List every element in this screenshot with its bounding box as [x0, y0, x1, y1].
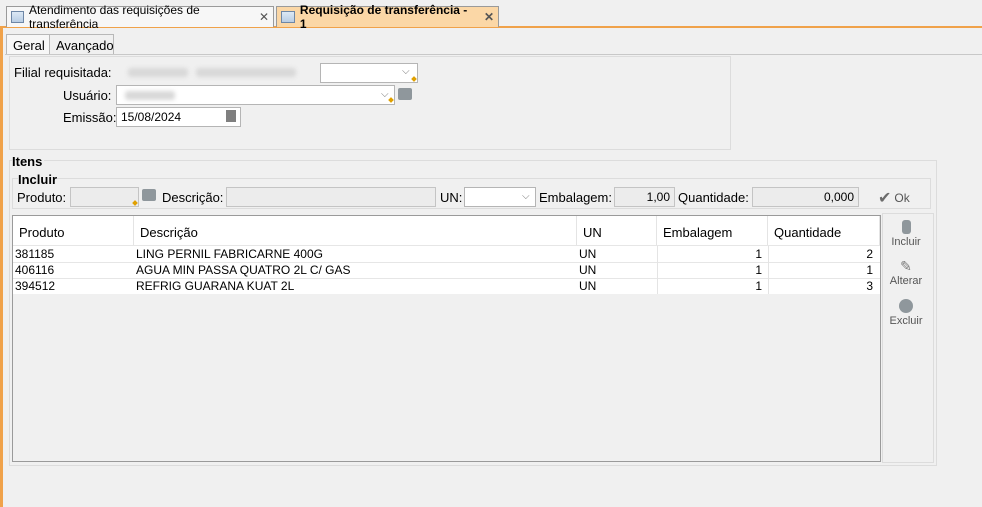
cell-produto: 394512	[15, 279, 56, 293]
ok-button[interactable]: ✔ Ok	[878, 188, 910, 208]
incluir-title: Incluir	[18, 172, 58, 187]
cell-embalagem: 1	[755, 247, 762, 261]
divider	[5, 54, 982, 55]
descricao-input[interactable]	[226, 187, 436, 207]
add-item-icon	[901, 220, 911, 234]
descricao-label: Descrição:	[162, 190, 224, 205]
filial-field[interactable]: ⌵	[116, 63, 418, 83]
cell-embalagem: 1	[755, 263, 762, 277]
embalagem-label: Embalagem:	[539, 190, 612, 205]
table-empty-area	[13, 294, 880, 461]
cell-produto: 381185	[15, 247, 55, 261]
quantidade-value: 0,000	[823, 190, 854, 204]
cell-un: UN	[579, 263, 597, 277]
cell-quantidade: 1	[866, 263, 873, 277]
usuario-label: Usuário:	[63, 88, 112, 103]
redacted-value	[196, 68, 296, 77]
tab-avancado[interactable]: Avançado	[49, 34, 114, 55]
cell-quantidade: 2	[866, 247, 873, 261]
cell-embalagem: 1	[755, 279, 762, 293]
emissao-value: 15/08/2024	[121, 110, 182, 124]
cell-descricao: LING PERNIL FABRICARNE 400G	[136, 247, 323, 261]
pencil-icon: ✎	[900, 258, 912, 274]
quantidade-input[interactable]: 0,000	[752, 187, 859, 207]
quantidade-label: Quantidade:	[678, 190, 749, 205]
delete-icon	[899, 299, 913, 313]
tab-atendimento[interactable]: Atendimento das requisições de transferê…	[6, 3, 274, 31]
tab-label: Atendimento das requisições de transferê…	[28, 3, 200, 31]
excluir-button[interactable]: Excluir	[885, 299, 927, 327]
emissao-date-field[interactable]: 15/08/2024	[116, 107, 241, 127]
redacted-value	[125, 91, 175, 100]
cell-descricao: AGUA MIN PASSA QUATRO 2L C/ GAS	[136, 263, 351, 277]
itens-title: Itens	[12, 154, 45, 169]
embalagem-value: 1,00	[646, 190, 670, 204]
un-label: UN:	[440, 190, 463, 205]
column-header-descricao[interactable]: Descrição	[134, 216, 577, 246]
tab-geral[interactable]: Geral	[6, 34, 50, 55]
produto-input[interactable]	[70, 187, 139, 207]
embalagem-input[interactable]: 1,00	[614, 187, 675, 207]
incluir-label: Incluir	[891, 236, 921, 248]
tab-label: Requisição de transferência - 1	[299, 3, 468, 31]
calendar-icon[interactable]	[226, 110, 236, 122]
cell-un: UN	[579, 279, 597, 293]
column-header-un[interactable]: UN	[577, 216, 657, 246]
filial-label: Filial requisitada:	[14, 65, 112, 80]
alterar-label: Alterar	[889, 275, 923, 287]
column-header-embalagem[interactable]: Embalagem	[657, 216, 768, 246]
tab-requisicao[interactable]: Requisição de transferência - 1 ✕	[276, 3, 499, 31]
emissao-label: Emissão:	[63, 110, 117, 125]
produto-label: Produto:	[17, 190, 67, 205]
table-row[interactable]: 406116 AGUA MIN PASSA QUATRO 2L C/ GAS U…	[13, 262, 880, 278]
usuario-select[interactable]	[116, 85, 395, 105]
column-separator	[657, 246, 658, 294]
ok-label: Ok	[894, 191, 910, 205]
redacted-value	[128, 68, 188, 77]
search-user-icon[interactable]	[398, 88, 412, 100]
accent-bar	[0, 28, 3, 507]
column-header-quantidade[interactable]: Quantidade	[768, 216, 880, 246]
column-header-produto[interactable]: Produto	[13, 216, 134, 246]
close-icon[interactable]: ✕	[259, 10, 269, 24]
table-row[interactable]: 381185 LING PERNIL FABRICARNE 400G UN 1 …	[13, 246, 880, 262]
chevron-down-icon[interactable]: ⌵	[402, 67, 412, 77]
cell-produto: 406116	[15, 263, 55, 277]
cell-descricao: REFRIG GUARANA KUAT 2L	[136, 279, 295, 293]
close-icon[interactable]: ✕	[484, 10, 494, 24]
alterar-button[interactable]: ✎ Alterar	[885, 259, 927, 287]
cell-quantidade: 3	[866, 279, 873, 293]
items-table[interactable]: Produto Descrição UN Embalagem Quantidad…	[12, 215, 881, 462]
chevron-down-icon[interactable]: ⌵	[522, 192, 532, 202]
window-icon	[11, 11, 24, 23]
window-icon	[281, 11, 295, 23]
incluir-button[interactable]: Incluir	[885, 220, 927, 248]
cell-un: UN	[579, 247, 597, 261]
check-icon: ✔	[878, 190, 892, 207]
actions-panel	[882, 213, 934, 463]
excluir-label: Excluir	[889, 315, 923, 327]
column-separator	[768, 246, 769, 294]
search-product-icon[interactable]	[142, 189, 156, 201]
table-row[interactable]: 394512 REFRIG GUARANA KUAT 2L UN 1 3	[13, 278, 880, 294]
